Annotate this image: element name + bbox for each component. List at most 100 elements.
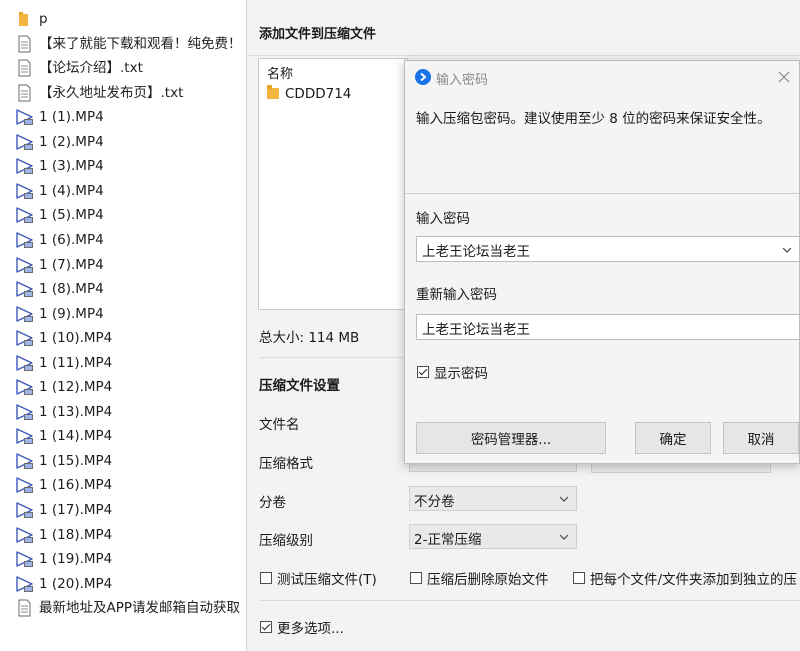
video-file-icon <box>15 231 35 249</box>
video-file-icon <box>15 526 35 544</box>
split-value: 不分卷 <box>414 494 455 510</box>
dialog-description: 输入压缩包密码。建议使用至少 8 位的密码来保证安全性。 <box>416 111 771 127</box>
more-options-checkbox[interactable]: 更多选项... <box>260 617 344 637</box>
confirm-password-input[interactable]: 上老王论坛当老王 <box>416 314 800 340</box>
file-name: 1 (2).MP4 <box>39 133 104 150</box>
video-file-icon <box>15 108 35 126</box>
video-file-icon <box>15 354 35 372</box>
video-file-icon <box>15 501 35 519</box>
password-value: 上老王论坛当老王 <box>422 244 530 260</box>
ok-button[interactable]: 确定 <box>635 422 711 454</box>
file-name: 1 (13).MP4 <box>39 403 113 420</box>
file-name: 1 (20).MP4 <box>39 575 113 592</box>
video-file-icon <box>15 550 35 568</box>
split-select[interactable]: 不分卷 <box>409 486 577 511</box>
dialog-title: 输入密码 <box>436 73 489 88</box>
chevron-down-icon <box>558 528 570 546</box>
file-name: 1 (8).MP4 <box>39 281 104 298</box>
test-archive-checkbox[interactable]: 测试压缩文件(T) <box>260 568 377 588</box>
video-file-icon <box>15 403 35 421</box>
video-file-icon <box>15 133 35 151</box>
checkbox[interactable] <box>260 572 272 584</box>
file-name: p <box>39 11 48 27</box>
video-file-icon <box>15 329 35 347</box>
split-label: 分卷 <box>259 495 286 511</box>
file-name: 1 (9).MP4 <box>39 305 104 322</box>
file-name: 1 (14).MP4 <box>39 428 113 445</box>
file-name: 1 (5).MP4 <box>39 207 104 224</box>
file-name: 【论坛介绍】.txt <box>39 60 143 77</box>
password-label: 输入密码 <box>416 211 470 227</box>
filename-label: 文件名 <box>259 417 300 433</box>
file-name: 1 (6).MP4 <box>39 231 104 248</box>
video-file-icon <box>15 305 35 323</box>
file-name: 1 (19).MP4 <box>39 551 113 568</box>
document-icon <box>15 35 35 53</box>
separate-archives-label: 把每个文件/文件夹添加到独立的压 <box>590 572 798 588</box>
document-icon <box>15 599 35 617</box>
file-name: 1 (4).MP4 <box>39 182 104 199</box>
level-label: 压缩级别 <box>259 533 313 549</box>
checkbox[interactable] <box>573 572 585 584</box>
file-list-box[interactable]: 名称 CDDD714 <box>258 58 408 310</box>
video-file-icon <box>15 575 35 593</box>
cancel-button[interactable]: 取消 <box>723 422 799 454</box>
video-file-icon <box>15 256 35 274</box>
video-file-icon <box>15 182 35 200</box>
checkbox[interactable] <box>260 621 272 633</box>
file-name: 【永久地址发布页】.txt <box>39 84 184 101</box>
file-name: 1 (1).MP4 <box>39 109 104 126</box>
file-name: 最新地址及APP请发邮箱自动获取 <box>39 600 241 617</box>
file-name: 1 (10).MP4 <box>39 330 113 347</box>
close-icon[interactable] <box>773 66 795 88</box>
file-name: 1 (18).MP4 <box>39 526 113 543</box>
divider <box>405 193 799 194</box>
folder-icon <box>15 10 35 28</box>
divider <box>259 600 800 601</box>
checkbox[interactable] <box>417 366 429 378</box>
file-name: 1 (16).MP4 <box>39 477 113 494</box>
divider <box>247 55 800 56</box>
video-file-icon <box>15 452 35 470</box>
file-name: 1 (11).MP4 <box>39 354 113 371</box>
confirm-password-label: 重新输入密码 <box>416 287 497 303</box>
video-file-icon <box>15 157 35 175</box>
separate-archives-checkbox[interactable]: 把每个文件/文件夹添加到独立的压 <box>573 568 797 588</box>
file-name: 1 (3).MP4 <box>39 158 104 175</box>
document-icon <box>15 84 35 102</box>
file-name: 1 (12).MP4 <box>39 379 113 396</box>
file-box-item[interactable]: CDDD714 <box>267 85 351 103</box>
video-file-icon <box>15 280 35 298</box>
video-file-icon <box>15 427 35 445</box>
video-file-icon <box>15 206 35 224</box>
more-options-label: 更多选项... <box>277 621 344 637</box>
file-name: 1 (15).MP4 <box>39 452 113 469</box>
chevron-down-icon <box>558 490 570 508</box>
chevron-down-icon[interactable] <box>781 241 793 259</box>
window-title: 添加文件到压缩文件 <box>259 27 377 42</box>
file-name: 1 (17).MP4 <box>39 502 113 518</box>
test-archive-label: 测试压缩文件(T) <box>277 572 377 588</box>
video-file-icon <box>15 476 35 494</box>
show-password-checkbox[interactable]: 显示密码 <box>417 362 488 382</box>
format-label: 压缩格式 <box>259 456 313 472</box>
video-file-icon <box>15 378 35 396</box>
folder-icon <box>267 85 279 103</box>
confirm-password-value: 上老王论坛当老王 <box>422 322 530 338</box>
level-select[interactable]: 2-正常压缩 <box>409 524 577 549</box>
password-dialog: 输入密码 输入压缩包密码。建议使用至少 8 位的密码来保证安全性。 输入密码 上… <box>404 60 800 464</box>
password-input[interactable]: 上老王论坛当老王 <box>416 236 800 262</box>
show-password-label: 显示密码 <box>434 366 488 382</box>
delete-after-label: 压缩后删除原始文件 <box>427 572 549 588</box>
file-name: 1 (7).MP4 <box>39 256 104 273</box>
column-header-name[interactable]: 名称 <box>267 63 293 82</box>
file-list: p 【来了就能下载和观看！纯免费！ 【论坛介绍】.txt 【永久地址发布页】.txt 1… <box>0 7 246 647</box>
delete-after-checkbox[interactable]: 压缩后删除原始文件 <box>410 568 549 588</box>
dialog-title-bar[interactable]: 输入密码 <box>405 61 799 93</box>
file-name: 【来了就能下载和观看！纯免费！ <box>39 35 242 52</box>
total-size: 总大小: 114 MB <box>259 330 360 346</box>
app-logo-icon <box>415 69 431 85</box>
password-manager-button[interactable]: 密码管理器... <box>416 422 606 454</box>
checkbox[interactable] <box>410 572 422 584</box>
level-value: 2-正常压缩 <box>414 532 482 548</box>
